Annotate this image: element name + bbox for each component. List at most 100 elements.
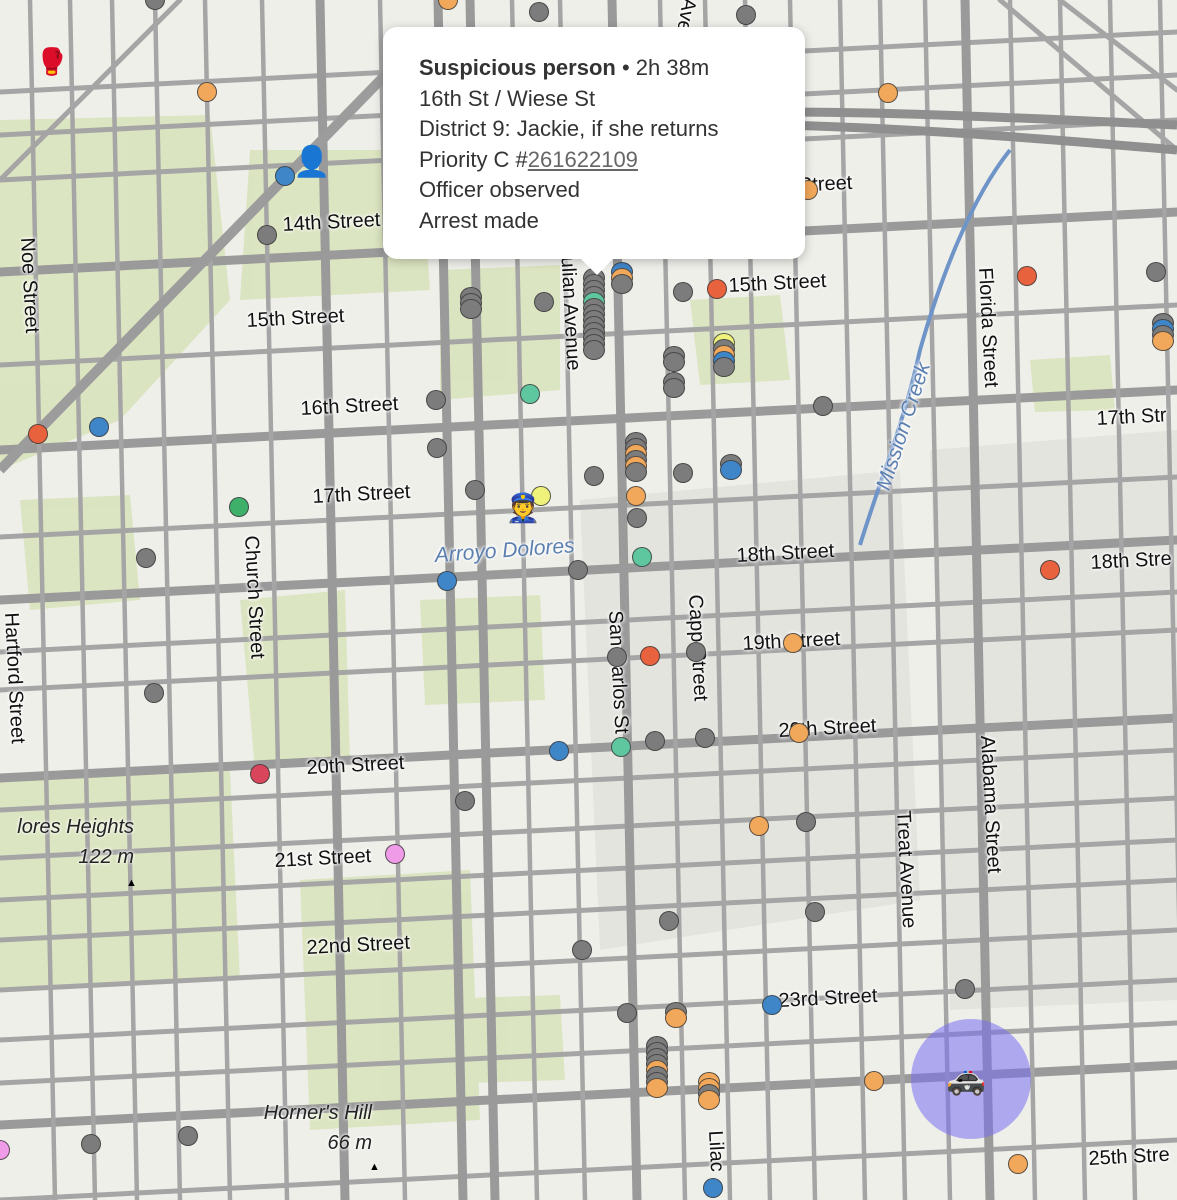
incident-marker[interactable] — [626, 486, 646, 506]
incident-marker[interactable] — [529, 2, 549, 22]
incident-marker-stack[interactable] — [720, 454, 742, 480]
incident-marker[interactable] — [665, 1008, 687, 1028]
incident-marker[interactable] — [607, 647, 627, 667]
incident-marker[interactable] — [695, 728, 715, 748]
incident-marker[interactable] — [81, 1134, 101, 1154]
boxing-glove-icon[interactable]: 🥊 — [36, 47, 68, 78]
street-label-lilac: Lilac — [704, 1130, 729, 1173]
incident-marker[interactable] — [426, 390, 446, 410]
incident-marker[interactable] — [707, 279, 727, 299]
incident-marker[interactable] — [611, 274, 633, 294]
street-label-noe: Noe Street — [16, 237, 44, 334]
popup-district: District 9: Jackie, if she returns — [419, 116, 719, 141]
popup-title: Suspicious person — [419, 55, 616, 80]
incident-marker[interactable] — [385, 844, 405, 864]
incident-marker[interactable] — [673, 463, 693, 483]
map[interactable]: 14th Street 14th Street 15th Street 15th… — [0, 0, 1177, 1200]
incident-marker-stack[interactable] — [663, 372, 685, 398]
incident-marker-stack[interactable] — [583, 268, 605, 360]
incident-marker[interactable] — [1017, 266, 1037, 286]
person-icon[interactable]: 👤 — [293, 145, 330, 180]
incident-marker[interactable] — [762, 995, 782, 1015]
incident-marker-stack[interactable] — [663, 346, 685, 372]
incident-marker[interactable] — [813, 396, 833, 416]
incident-marker[interactable] — [460, 299, 482, 319]
incident-marker[interactable] — [627, 508, 647, 528]
incident-marker[interactable] — [275, 166, 295, 186]
popup-priority: Priority C # — [419, 146, 528, 172]
popup-location: 16th St / Wiese St — [419, 85, 596, 111]
horners-hill-label: Horner's Hill 66 m — [230, 1098, 372, 1158]
incident-marker[interactable] — [437, 571, 457, 591]
incident-marker[interactable] — [632, 547, 652, 567]
peak-icon: ▲ — [126, 877, 137, 889]
incident-marker[interactable] — [257, 225, 277, 245]
incident-number-link[interactable]: 261622109 — [528, 147, 638, 172]
incident-marker[interactable] — [878, 83, 898, 103]
peak-icon: ▲ — [369, 1161, 380, 1173]
incident-marker-stack[interactable] — [611, 262, 633, 294]
incident-marker[interactable] — [1152, 331, 1174, 351]
incident-marker[interactable] — [805, 902, 825, 922]
incident-marker[interactable] — [178, 1126, 198, 1146]
incident-marker[interactable] — [749, 816, 769, 836]
incident-marker[interactable] — [659, 911, 679, 931]
incident-marker[interactable] — [568, 560, 588, 580]
incident-marker[interactable] — [703, 1178, 723, 1198]
horners-hill-name: Horner's Hill — [263, 1102, 372, 1124]
popup-officer-observed: Officer observed — [419, 177, 581, 202]
incident-marker[interactable] — [534, 292, 554, 312]
incident-marker[interactable] — [549, 741, 569, 761]
dolores-heights-label: lores Heights 122 m — [0, 812, 134, 872]
incident-marker[interactable] — [789, 723, 809, 743]
incident-marker-stack[interactable] — [460, 287, 482, 319]
horners-hill-elevation: 66 m — [327, 1132, 372, 1154]
incident-marker[interactable] — [583, 340, 605, 360]
incident-marker[interactable] — [427, 438, 447, 458]
incident-marker[interactable] — [645, 731, 665, 751]
incident-marker[interactable] — [698, 1090, 720, 1110]
incident-marker[interactable] — [197, 82, 217, 102]
incident-marker[interactable] — [783, 633, 803, 653]
police-officer-icon[interactable]: 👮 — [506, 492, 541, 525]
incident-marker[interactable] — [796, 812, 816, 832]
popup-priority-line: Priority C #261622109 — [419, 145, 769, 176]
incident-marker[interactable] — [1040, 560, 1060, 580]
incident-marker-stack[interactable] — [698, 1072, 720, 1110]
incident-marker-stack[interactable] — [713, 333, 735, 377]
incident-marker[interactable] — [663, 378, 685, 398]
incident-marker-stack[interactable] — [646, 1036, 668, 1098]
incident-marker[interactable] — [572, 940, 592, 960]
incident-marker[interactable] — [1008, 1154, 1028, 1174]
incident-marker[interactable] — [625, 462, 647, 482]
incident-marker[interactable] — [663, 352, 685, 372]
incident-marker[interactable] — [584, 466, 604, 486]
incident-marker[interactable] — [250, 764, 270, 784]
incident-marker-stack[interactable] — [1152, 313, 1174, 351]
incident-marker[interactable] — [640, 646, 660, 666]
incident-marker[interactable] — [520, 384, 540, 404]
incident-marker[interactable] — [28, 424, 48, 444]
police-car-icon[interactable]: 🚓 — [946, 1059, 986, 1097]
incident-marker[interactable] — [1146, 262, 1166, 282]
incident-marker[interactable] — [617, 1003, 637, 1023]
incident-marker[interactable] — [136, 548, 156, 568]
incident-marker[interactable] — [686, 642, 706, 662]
incident-marker[interactable] — [455, 791, 475, 811]
incident-marker-stack[interactable] — [625, 432, 647, 482]
incident-marker[interactable] — [720, 460, 742, 480]
incident-marker[interactable] — [144, 683, 164, 703]
incident-marker[interactable] — [713, 357, 735, 377]
incident-marker-stack[interactable] — [665, 1002, 687, 1028]
incident-marker[interactable] — [229, 497, 249, 517]
incident-marker[interactable] — [89, 417, 109, 437]
incident-marker[interactable] — [673, 282, 693, 302]
incident-marker[interactable] — [465, 480, 485, 500]
incident-marker[interactable] — [864, 1071, 884, 1091]
incident-marker[interactable] — [736, 5, 756, 25]
popup-arrest: Arrest made — [419, 207, 539, 233]
incident-marker[interactable] — [646, 1078, 668, 1098]
incident-popup[interactable]: Suspicious person • 2h 38m 16th St / Wie… — [383, 27, 805, 275]
incident-marker[interactable] — [611, 737, 631, 757]
incident-marker[interactable] — [955, 979, 975, 999]
